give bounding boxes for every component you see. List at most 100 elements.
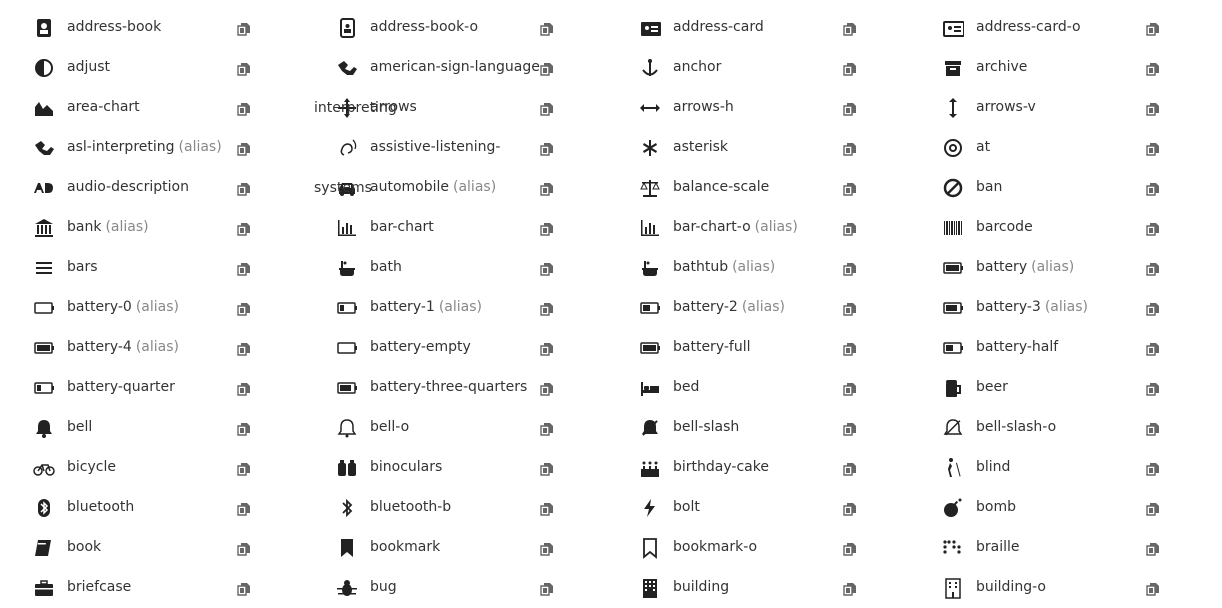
copy-icon[interactable] [540,141,556,157]
icon-entry[interactable]: automobile (alias) [333,168,623,208]
copy-icon[interactable] [540,101,556,117]
icon-entry[interactable]: building [636,568,926,608]
copy-icon[interactable] [843,541,859,557]
copy-icon[interactable] [540,461,556,477]
icon-entry[interactable]: briefcase [30,568,320,608]
icon-entry[interactable]: bug [333,568,623,608]
copy-icon[interactable] [237,301,253,317]
icon-entry[interactable]: bomb [939,488,1222,528]
icon-entry[interactable]: battery-2 (alias) [636,288,926,328]
copy-icon[interactable] [1146,61,1162,77]
copy-icon[interactable] [843,221,859,237]
copy-icon[interactable] [237,501,253,517]
icon-entry[interactable]: bar-chart-o (alias) [636,208,926,248]
copy-icon[interactable] [843,581,859,597]
copy-icon[interactable] [843,301,859,317]
icon-entry[interactable]: address-book [30,8,320,48]
copy-icon[interactable] [1146,301,1162,317]
icon-entry[interactable]: archive [939,48,1222,88]
icon-entry[interactable]: ban [939,168,1222,208]
copy-icon[interactable] [843,181,859,197]
copy-icon[interactable] [540,581,556,597]
icon-entry[interactable]: bluetooth [30,488,320,528]
icon-entry[interactable]: bell-slash [636,408,926,448]
icon-entry[interactable]: bookmark [333,528,623,568]
copy-icon[interactable] [843,261,859,277]
icon-entry[interactable]: bookmark-o [636,528,926,568]
icon-entry[interactable]: battery-full [636,328,926,368]
icon-entry[interactable]: address-card [636,8,926,48]
icon-entry[interactable]: adjust [30,48,320,88]
copy-icon[interactable] [843,101,859,117]
icon-entry[interactable]: battery-quarter [30,368,320,408]
icon-entry[interactable]: battery-three-quarters [333,368,623,408]
icon-entry[interactable]: battery-half [939,328,1222,368]
icon-entry[interactable]: asterisk [636,128,926,168]
icon-entry[interactable]: balance-scale [636,168,926,208]
copy-icon[interactable] [1146,21,1162,37]
copy-icon[interactable] [843,21,859,37]
icon-entry[interactable]: bell-o [333,408,623,448]
icon-entry[interactable]: bluetooth-b [333,488,623,528]
copy-icon[interactable] [1146,141,1162,157]
copy-icon[interactable] [540,221,556,237]
copy-icon[interactable] [540,21,556,37]
copy-icon[interactable] [237,61,253,77]
copy-icon[interactable] [237,181,253,197]
copy-icon[interactable] [1146,501,1162,517]
copy-icon[interactable] [1146,381,1162,397]
copy-icon[interactable] [1146,181,1162,197]
icon-entry[interactable]: bolt [636,488,926,528]
copy-icon[interactable] [540,181,556,197]
copy-icon[interactable] [540,381,556,397]
copy-icon[interactable] [237,381,253,397]
icon-entry[interactable]: american-sign-language- [333,48,623,88]
icon-entry[interactable]: bank (alias) [30,208,320,248]
copy-icon[interactable] [237,221,253,237]
icon-entry[interactable]: bell [30,408,320,448]
icon-entry[interactable]: birthday-cake [636,448,926,488]
icon-entry[interactable]: binoculars [333,448,623,488]
copy-icon[interactable] [843,141,859,157]
copy-icon[interactable] [540,301,556,317]
icon-entry[interactable]: barcode [939,208,1222,248]
copy-icon[interactable] [843,341,859,357]
copy-icon[interactable] [1146,581,1162,597]
copy-icon[interactable] [237,421,253,437]
icon-entry[interactable]: battery-4 (alias) [30,328,320,368]
icon-entry[interactable]: beer [939,368,1222,408]
copy-icon[interactable] [237,461,253,477]
icon-entry[interactable]: bathtub (alias) [636,248,926,288]
copy-icon[interactable] [540,261,556,277]
icon-entry[interactable]: anchor [636,48,926,88]
icon-entry[interactable]: arrows-v [939,88,1222,128]
copy-icon[interactable] [237,581,253,597]
icon-entry[interactable]: battery-empty [333,328,623,368]
icon-entry[interactable]: battery (alias) [939,248,1222,288]
icon-entry[interactable]: audio-description [30,168,320,208]
icon-entry[interactable]: battery-1 (alias) [333,288,623,328]
copy-icon[interactable] [237,21,253,37]
copy-icon[interactable] [237,541,253,557]
icon-entry[interactable]: bed [636,368,926,408]
icon-entry[interactable]: assistive-listening- [333,128,623,168]
icon-entry[interactable]: bars [30,248,320,288]
icon-entry[interactable]: at [939,128,1222,168]
icon-entry[interactable]: bath [333,248,623,288]
icon-entry[interactable]: address-book-o [333,8,623,48]
icon-entry[interactable]: bicycle [30,448,320,488]
copy-icon[interactable] [843,461,859,477]
icon-entry[interactable]: battery-3 (alias) [939,288,1222,328]
icon-entry[interactable]: building-o [939,568,1222,608]
icon-entry[interactable]: bell-slash-o [939,408,1222,448]
copy-icon[interactable] [237,341,253,357]
copy-icon[interactable] [1146,221,1162,237]
copy-icon[interactable] [237,261,253,277]
copy-icon[interactable] [1146,421,1162,437]
copy-icon[interactable] [843,381,859,397]
copy-icon[interactable] [1146,261,1162,277]
icon-entry[interactable]: asl-interpreting (alias) [30,128,320,168]
icon-entry[interactable]: area-chart [30,88,320,128]
icon-entry[interactable]: blind [939,448,1222,488]
copy-icon[interactable] [1146,341,1162,357]
